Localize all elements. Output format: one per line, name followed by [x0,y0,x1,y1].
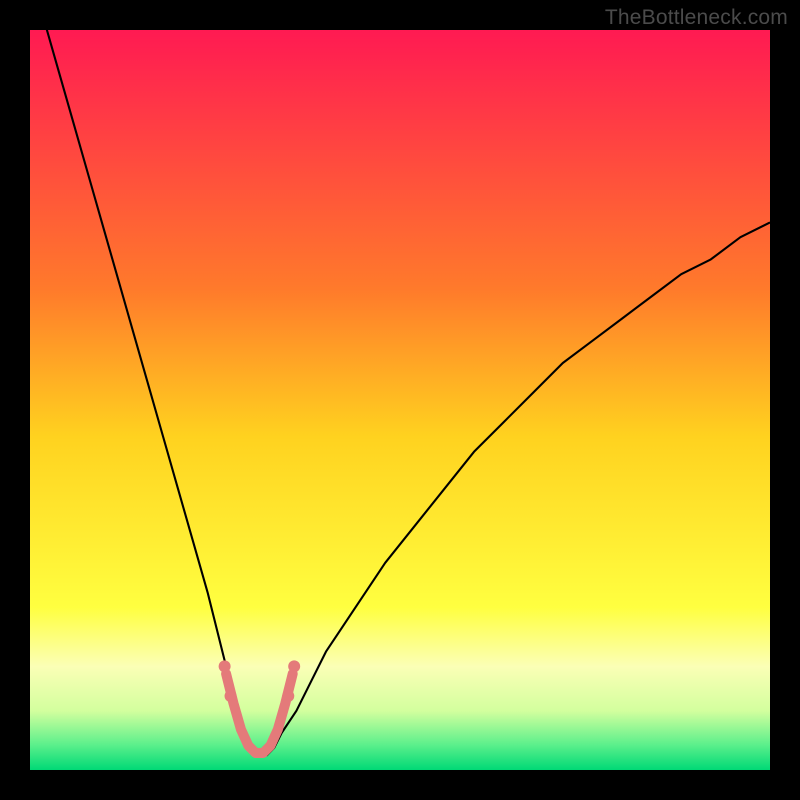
plot-area [30,30,770,770]
marker-right-lower [282,690,294,702]
marker-right-upper [288,660,300,672]
gradient-background [30,30,770,770]
marker-left-lower [225,690,237,702]
watermark-text: TheBottleneck.com [605,6,788,30]
chart-svg [30,30,770,770]
marker-left-upper [219,660,231,672]
outer-frame: TheBottleneck.com [0,0,800,800]
